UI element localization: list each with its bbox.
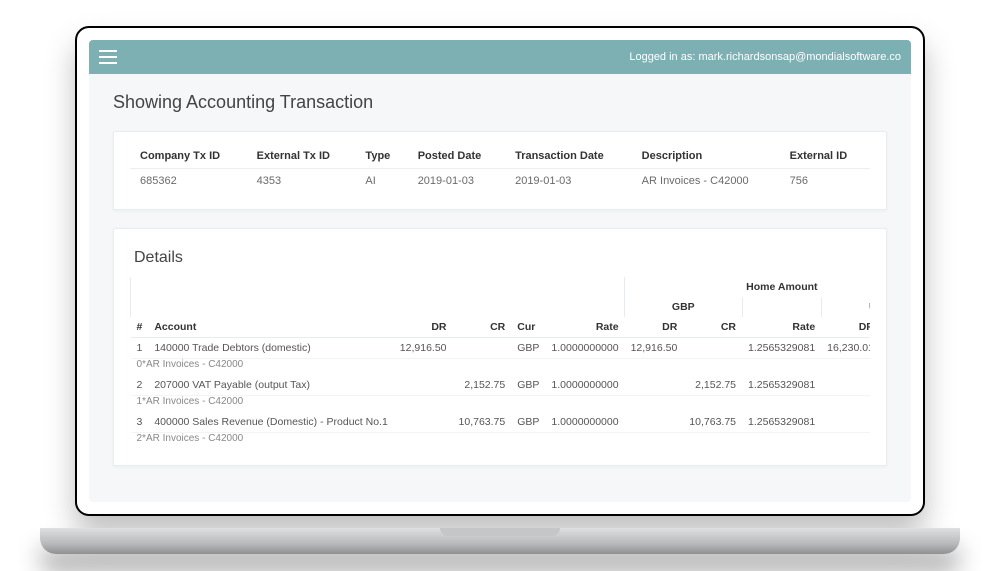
table-row: 685362 4353 AI 2019-01-03 2019-01-03 AR … [130, 168, 870, 193]
col-dr: DR [394, 317, 453, 338]
app-screen: Logged in as: mark.richardsonsap@mondial… [89, 40, 911, 502]
cell-gbp-rate: 1.2565329081 [742, 337, 821, 358]
cell-line-desc: 2*AR Invoices - C42000 [131, 432, 871, 449]
cell-cr [453, 337, 512, 358]
cell-external-id-link[interactable]: 756 [780, 168, 870, 193]
cell-cr: 10,763.75 [453, 412, 512, 433]
col-transaction-date: Transaction Date [505, 144, 632, 169]
cell-dr [394, 412, 453, 433]
cell-gbp-rate: 1.2565329081 [742, 412, 821, 433]
logged-in-email: mark.richardsonsap@mondialsoftware.co [698, 51, 901, 63]
app-header: Logged in as: mark.richardsonsap@mondial… [89, 40, 911, 74]
logged-in-status: Logged in as: mark.richardsonsap@mondial… [629, 51, 901, 63]
cell-cur: GBP [511, 375, 545, 396]
group-usd: USD [821, 297, 870, 317]
col-account: Account [148, 317, 393, 338]
cell-gbp-cr [683, 337, 742, 358]
cell-account: 400000 Sales Revenue (Domestic) - Produc… [148, 412, 393, 433]
page-body: Showing Accounting Transaction Company T… [89, 74, 911, 502]
col-cur: Cur [511, 317, 545, 338]
cell-rate: 1.0000000000 [545, 375, 624, 396]
table-row: 1140000 Trade Debtors (domestic)12,916.5… [131, 337, 871, 358]
laptop-base [40, 528, 960, 554]
cell-rate: 1.0000000000 [545, 412, 624, 433]
page-title: Showing Accounting Transaction [113, 92, 887, 113]
laptop-frame: Logged in as: mark.richardsonsap@mondial… [75, 26, 925, 546]
table-row: 3400000 Sales Revenue (Domestic) - Produ… [131, 412, 871, 433]
group-home-amount: Home Amount [625, 277, 870, 297]
table-row-desc: 0*AR Invoices - C42000 [131, 358, 871, 375]
cell-description: AR Invoices - C42000 [632, 168, 780, 193]
col-external-id: External ID [780, 144, 870, 169]
cell-gbp-cr: 2,152.75 [683, 375, 742, 396]
cell-cur: GBP [511, 337, 545, 358]
table-row-desc: 1*AR Invoices - C42000 [131, 395, 871, 412]
table-row: 2207000 VAT Payable (output Tax) 2,152.75… [131, 375, 871, 396]
details-card: Details Home Amount GBP [113, 228, 887, 466]
cell-num: 2 [131, 375, 149, 396]
details-table: Home Amount GBP USD # [130, 277, 870, 449]
laptop-notch [440, 528, 560, 536]
cell-line-desc: 1*AR Invoices - C42000 [131, 395, 871, 412]
col-rate: Rate [545, 317, 624, 338]
cell-transaction-date: 2019-01-03 [505, 168, 632, 193]
cell-posted-date: 2019-01-03 [408, 168, 505, 193]
col-usd-dr: DR [821, 317, 870, 338]
logged-in-label: Logged in as: [629, 51, 695, 63]
cell-gbp-rate: 1.2565329081 [742, 375, 821, 396]
group-gbp: GBP [625, 297, 742, 317]
cell-num: 3 [131, 412, 149, 433]
transaction-summary-table: Company Tx ID External Tx ID Type Posted… [130, 144, 870, 193]
transaction-summary-card: Company Tx ID External Tx ID Type Posted… [113, 131, 887, 210]
col-gbp-rate: Rate [742, 317, 821, 338]
cell-gbp-dr [625, 412, 684, 433]
cell-gbp-dr [625, 375, 684, 396]
cell-gbp-dr: 12,916.50 [625, 337, 684, 358]
cell-dr: 12,916.50 [394, 337, 453, 358]
screen-bezel: Logged in as: mark.richardsonsap@mondial… [75, 26, 925, 516]
cell-usd-dr [821, 412, 870, 433]
col-posted-date: Posted Date [408, 144, 505, 169]
col-type: Type [355, 144, 407, 169]
col-company-tx-id: Company Tx ID [130, 144, 247, 169]
cell-usd-dr [821, 375, 870, 396]
col-gbp-dr: DR [625, 317, 684, 338]
cell-account: 207000 VAT Payable (output Tax) [148, 375, 393, 396]
cell-dr [394, 375, 453, 396]
menu-icon[interactable] [99, 50, 117, 64]
cell-num: 1 [131, 337, 149, 358]
cell-usd-dr: 16,230.01 [821, 337, 870, 358]
col-description: Description [632, 144, 780, 169]
col-gbp-cr: CR [683, 317, 742, 338]
cell-rate: 1.0000000000 [545, 337, 624, 358]
details-title: Details [134, 249, 866, 267]
cell-company-tx-id: 685362 [130, 168, 247, 193]
cell-type: AI [355, 168, 407, 193]
cell-cr: 2,152.75 [453, 375, 512, 396]
details-scroll[interactable]: Home Amount GBP USD # [130, 277, 870, 449]
cell-gbp-cr: 10,763.75 [683, 412, 742, 433]
cell-external-tx-id: 4353 [247, 168, 356, 193]
col-external-tx-id: External Tx ID [247, 144, 356, 169]
cell-line-desc: 0*AR Invoices - C42000 [131, 358, 871, 375]
col-num: # [131, 317, 149, 338]
col-cr: CR [453, 317, 512, 338]
table-row-desc: 2*AR Invoices - C42000 [131, 432, 871, 449]
cell-cur: GBP [511, 412, 545, 433]
cell-account: 140000 Trade Debtors (domestic) [148, 337, 393, 358]
